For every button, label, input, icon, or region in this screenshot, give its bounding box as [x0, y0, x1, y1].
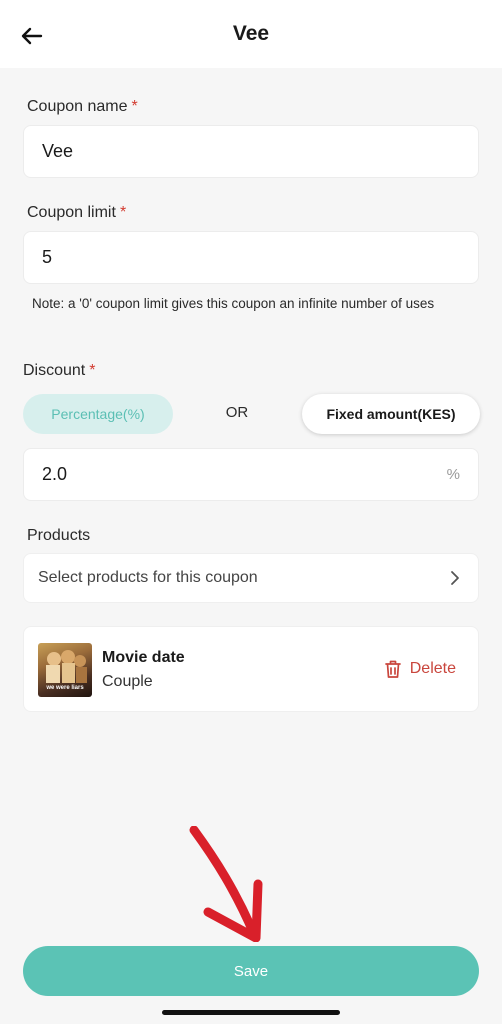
page-title: Vee [232, 22, 270, 45]
coupon-name-label-text: Coupon name [27, 98, 128, 115]
product-thumbnail: we were liars [38, 643, 92, 697]
delete-product-button[interactable]: Delete [384, 659, 456, 679]
fixed-amount-option-button[interactable]: Fixed amount(KES) [302, 394, 480, 434]
annotation-arrow-icon [189, 826, 263, 942]
coupon-limit-note: Note: a '0' coupon limit gives this coup… [32, 296, 435, 311]
coupon-name-input[interactable]: Vee [23, 125, 479, 178]
discount-label: Discount * [23, 362, 95, 380]
percentage-option-button[interactable]: Percentage(%) [23, 394, 173, 434]
thumbnail-caption: we were liars [46, 685, 84, 691]
chevron-right-icon [451, 571, 459, 585]
required-mark: * [119, 204, 127, 221]
discount-value-input[interactable]: 2.0 % [23, 448, 479, 501]
discount-value: 2.0 [42, 464, 68, 484]
delete-label: Delete [409, 660, 456, 677]
products-label: Products [27, 527, 91, 544]
home-indicator [162, 1010, 340, 1015]
select-products-row[interactable]: Select products for this coupon [23, 553, 479, 603]
header-bar: Vee [0, 0, 502, 68]
or-separator: OR [225, 404, 249, 421]
coupon-name-value: Vee [42, 141, 74, 161]
required-mark: * [89, 362, 96, 379]
discount-label-text: Discount [23, 362, 86, 379]
coupon-limit-label: Coupon limit * [27, 204, 126, 222]
coupon-limit-label-text: Coupon limit [27, 204, 116, 221]
required-mark: * [131, 98, 138, 115]
save-button[interactable]: Save [23, 946, 479, 996]
coupon-limit-input[interactable]: 5 [23, 231, 479, 284]
coupon-limit-value: 5 [42, 247, 53, 267]
percent-suffix: % [446, 466, 460, 483]
select-products-placeholder: Select products for this coupon [38, 569, 258, 586]
edit-coupon-screen: Vee Coupon name * Vee Coupon limit * 5 Not… [0, 0, 502, 1024]
product-subtitle: Couple [102, 673, 153, 690]
product-card: we were liars Movie date Couple Delete [23, 626, 479, 712]
trash-icon [384, 660, 401, 678]
coupon-name-label: Coupon name * [27, 98, 138, 116]
product-name: Movie date [102, 649, 185, 666]
